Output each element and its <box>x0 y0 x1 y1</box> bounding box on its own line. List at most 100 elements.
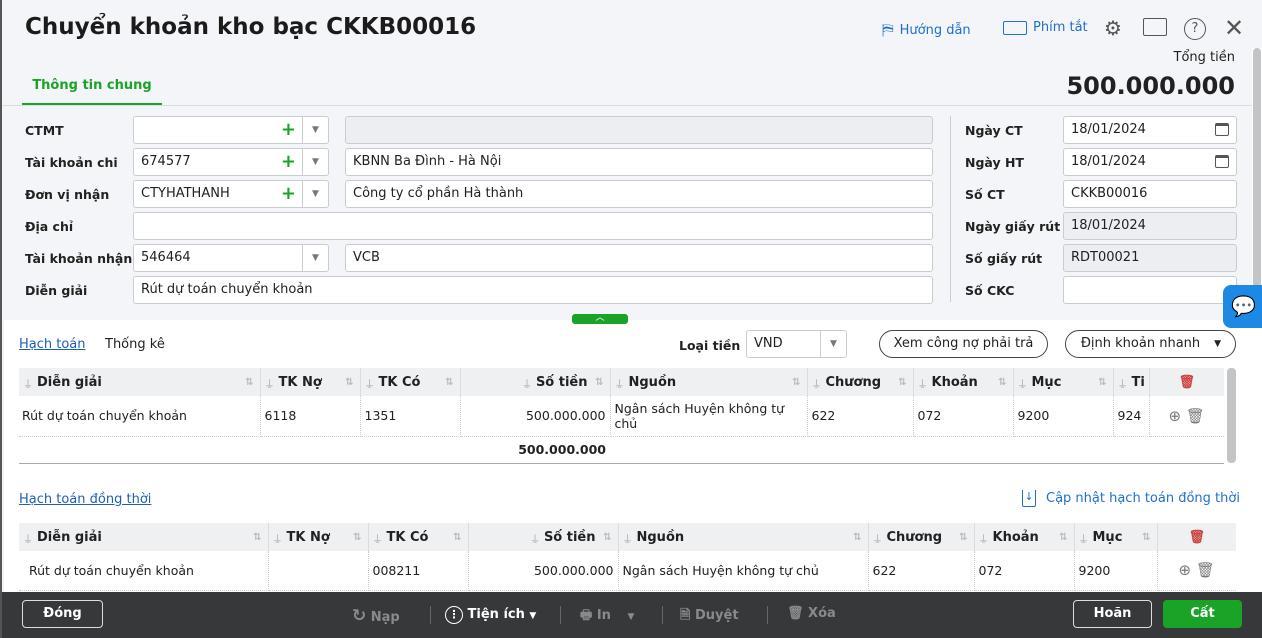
delete-row-icon[interactable]: 🗑 <box>1196 561 1215 579</box>
currency-select[interactable]: VND ▼ <box>746 330 847 358</box>
add-row-icon[interactable]: ⊕ <box>1179 561 1196 579</box>
table-cell[interactable]: 6118 <box>260 396 361 437</box>
table-cell[interactable]: 008211 <box>368 551 469 591</box>
tk_chi-code-input[interactable]: 674577 + ▼ <box>133 148 329 176</box>
mail-icon[interactable] <box>1143 18 1167 36</box>
tab-thong-ke[interactable]: Thống kê <box>105 337 165 352</box>
table-cell[interactable]: 924 <box>1113 396 1150 437</box>
so_giay_rut-input[interactable]: RDT00021 <box>1063 244 1237 272</box>
reload-button[interactable]: ↻ Nạp <box>352 606 400 626</box>
column-header[interactable]: ⍊ Chương ⇅ <box>868 523 975 551</box>
delete-all-icon[interactable]: 🗑 <box>1178 375 1195 390</box>
close-button[interactable]: Đóng <box>22 600 103 628</box>
sort-icon[interactable]: ⇅ <box>1059 532 1067 543</box>
column-header[interactable]: ⍊ Nguồn ⇅ <box>610 368 808 396</box>
column-header[interactable]: ⍊ Nguồn ⇅ <box>618 523 869 551</box>
table-cell[interactable]: Ngân sách Huyện không tự chủ <box>618 551 869 591</box>
table-cell[interactable]: 500.000.000 <box>468 551 619 591</box>
pin-icon[interactable]: ⍊ <box>375 533 381 544</box>
pin-icon[interactable]: ⍊ <box>524 378 530 389</box>
so_ct-input[interactable]: CKKB00016 <box>1063 180 1237 208</box>
chevron-down-icon[interactable]: ▼ <box>302 149 328 175</box>
table-cell[interactable]: 622 <box>868 551 975 591</box>
column-header[interactable]: ⍊ Diễn giải ⇅ <box>19 523 269 551</box>
table-row[interactable]: Rút dự toán chuyển khoản 008211 500.000.00… <box>19 551 1236 591</box>
ngay_giay_rut-input[interactable]: 18/01/2024 <box>1063 212 1237 240</box>
dia_chi-input[interactable] <box>133 212 933 240</box>
sort-icon[interactable]: ⇅ <box>353 532 361 543</box>
delete-all-icon[interactable]: 🗑 <box>1188 530 1205 545</box>
pin-icon[interactable]: ⍊ <box>367 378 373 389</box>
ngay_ct-input[interactable]: 18/01/2024 <box>1063 116 1237 144</box>
table-cell[interactable]: 1351 <box>360 396 461 437</box>
column-header[interactable]: ⍊ Khoản ⇅ <box>913 368 1014 396</box>
table-cell[interactable]: 072 <box>974 551 1075 591</box>
sort-icon[interactable]: ⇅ <box>595 377 603 388</box>
pin-icon[interactable]: ⍊ <box>1081 533 1087 544</box>
table-scrollbar[interactable] <box>1227 368 1236 463</box>
sort-icon[interactable]: ⇅ <box>1098 377 1106 388</box>
table-cell[interactable]: 9200 <box>1074 551 1158 591</box>
guide-link[interactable]: ⛿ Hướng dẫn <box>882 20 971 40</box>
quick-entry-button[interactable]: Định khoản nhanh ▼ <box>1065 330 1236 358</box>
chevron-down-icon[interactable]: ▼ <box>302 181 328 207</box>
dien_giai-input[interactable]: Rút dự toán chuyển khoản <box>133 276 933 304</box>
approve-button[interactable]: 🗎 Duyệt <box>680 606 739 628</box>
gear-icon[interactable]: ⚙ <box>1104 16 1122 40</box>
pin-icon[interactable]: ⍊ <box>267 378 273 389</box>
postpone-button[interactable]: Hoãn <box>1073 600 1152 628</box>
sort-icon[interactable]: ⇅ <box>453 532 461 543</box>
sort-icon[interactable]: ⇅ <box>603 532 611 543</box>
chat-icon[interactable]: 💬 <box>1223 285 1262 328</box>
pin-icon[interactable]: ⍊ <box>920 378 926 389</box>
calendar-icon[interactable] <box>1215 155 1229 168</box>
view-debt-button[interactable]: Xem công nợ phải trả <box>879 330 1048 358</box>
don_vi-code-input[interactable]: CTYHATHANH + ▼ <box>133 180 329 208</box>
pin-icon[interactable]: ⍊ <box>275 533 281 544</box>
tk_nhan-name-input[interactable]: VCB <box>345 244 933 272</box>
utility-button[interactable]: ⋮ Tiện ích ▼ <box>445 606 536 624</box>
table-cell[interactable]: Ngân sách Huyện không tự chủ <box>610 396 808 437</box>
pin-icon[interactable]: ⍊ <box>1120 378 1126 389</box>
calendar-icon[interactable] <box>1215 123 1229 136</box>
column-header[interactable]: ⍊ Số tiền ⇅ <box>468 523 619 551</box>
pin-icon[interactable]: ⍊ <box>617 378 623 389</box>
print-button[interactable]: 🖶 In ▼ <box>580 606 634 628</box>
table-cell[interactable]: Rút dự toán chuyển khoản <box>19 551 269 591</box>
column-header[interactable]: ⍊ Chương ⇅ <box>807 368 914 396</box>
chevron-down-icon[interactable]: ▼ <box>302 245 328 271</box>
plus-icon[interactable]: + <box>281 181 296 207</box>
column-header[interactable]: ⍊ TK Có ⇅ <box>368 523 469 551</box>
close-icon[interactable]: ✕ <box>1224 14 1244 42</box>
don_vi-name-input[interactable]: Công ty cổ phần Hà thành <box>345 180 933 208</box>
table-cell[interactable]: Rút dự toán chuyển khoản <box>19 396 261 437</box>
pin-icon[interactable]: ⍊ <box>25 378 31 389</box>
column-header[interactable]: ⍊ TK Có ⇅ <box>360 368 461 396</box>
tk_chi-name-input[interactable]: KBNN Ba Đình - Hà Nội <box>345 148 933 176</box>
table-row[interactable]: Rút dự toán chuyển khoản 6118 1351 500.000.… <box>19 396 1224 437</box>
ngay_ht-input[interactable]: 18/01/2024 <box>1063 148 1237 176</box>
table-cell[interactable]: 622 <box>807 396 914 437</box>
plus-icon[interactable]: + <box>281 117 296 143</box>
pin-icon[interactable]: ⍊ <box>532 533 538 544</box>
chevron-down-icon[interactable]: ▼ <box>302 117 328 143</box>
sort-icon[interactable]: ⇅ <box>959 532 967 543</box>
shortcuts-link[interactable]: Phím tắt <box>1003 20 1088 35</box>
add-row-icon[interactable]: ⊕ <box>1169 407 1186 425</box>
column-header[interactable]: ⍊ Ti <box>1113 368 1150 396</box>
delete-row-icon[interactable]: 🗑 <box>1186 407 1205 425</box>
column-header[interactable]: ⍊ TK Nợ ⇅ <box>260 368 361 396</box>
table-cell[interactable]: 500.000.000 <box>460 396 611 437</box>
save-button[interactable]: Cất <box>1163 600 1242 628</box>
table-cell[interactable]: 072 <box>913 396 1014 437</box>
sort-icon[interactable]: ⇅ <box>792 377 800 388</box>
so_ckc-input[interactable] <box>1063 276 1237 304</box>
tab-hach-toan[interactable]: Hạch toán <box>19 337 86 352</box>
update-simultaneous-button[interactable]: ↓ Cập nhật hạch toán đồng thời <box>1022 490 1240 507</box>
delete-button[interactable]: 🗑 Xóa <box>787 606 836 621</box>
sort-icon[interactable]: ⇅ <box>853 532 861 543</box>
pin-icon[interactable]: ⍊ <box>814 378 820 389</box>
sort-icon[interactable]: ⇅ <box>253 532 261 543</box>
table-cell[interactable] <box>268 551 369 591</box>
ctmt-name-input[interactable] <box>345 116 933 144</box>
